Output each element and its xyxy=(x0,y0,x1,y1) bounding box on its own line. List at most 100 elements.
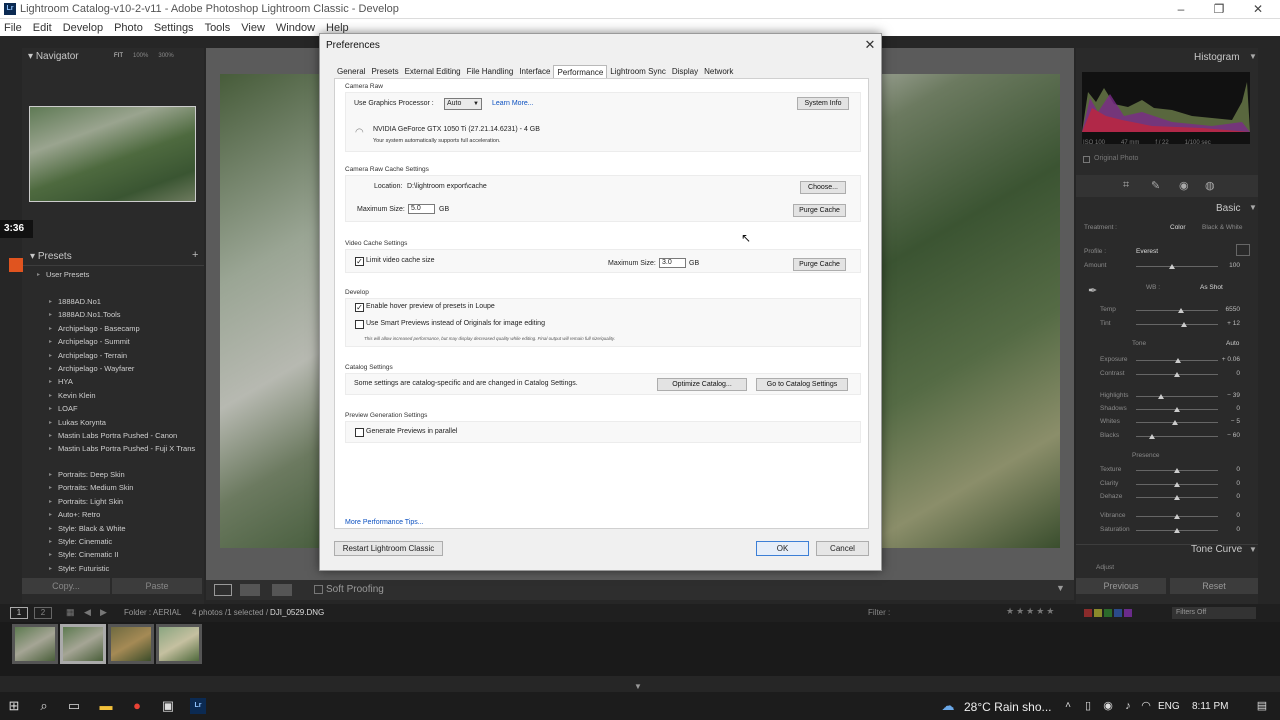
slider-knob[interactable] xyxy=(1174,482,1180,487)
dialog-close-button[interactable]: ✕ xyxy=(861,36,879,54)
volume-icon[interactable]: ♪ xyxy=(1120,698,1136,714)
tab-display[interactable]: Display xyxy=(669,65,701,78)
amount-slider[interactable] xyxy=(1136,266,1218,267)
compare-icon[interactable] xyxy=(272,584,292,596)
selected-file[interactable]: DJI_0529.DNG xyxy=(270,608,324,617)
file-explorer-icon[interactable]: ▬ xyxy=(98,698,114,714)
zoom-fit[interactable]: FIT xyxy=(114,53,123,59)
menu-settings[interactable]: Settings xyxy=(154,22,194,34)
preset-group-item[interactable]: Mastin Labs Portra Pushed - Canon xyxy=(49,431,177,440)
window-2-button[interactable]: 2 xyxy=(34,607,52,619)
navigator-preview[interactable] xyxy=(29,106,196,202)
menu-edit[interactable]: Edit xyxy=(33,22,52,34)
preset-group-item[interactable]: Archipelago - Terrain xyxy=(49,351,127,360)
slider-knob[interactable] xyxy=(1149,434,1156,439)
healing-icon[interactable]: ✎ xyxy=(1151,179,1160,192)
preset-group-item[interactable]: Mastin Labs Portra Pushed - Fuji X Trans xyxy=(49,444,195,453)
reset-button[interactable]: Reset xyxy=(1170,578,1258,594)
original-photo-checkbox[interactable] xyxy=(1083,156,1090,163)
add-preset-button[interactable]: + xyxy=(192,249,198,261)
color-label-filter[interactable] xyxy=(1084,609,1132,617)
video-max-input[interactable]: 3.0 xyxy=(659,258,686,268)
zoom-100[interactable]: 100% xyxy=(133,53,148,59)
slider-value[interactable]: 0 xyxy=(1216,370,1240,377)
tray-chevron-icon[interactable]: ˄ xyxy=(1060,698,1076,714)
language-indicator[interactable]: ENG xyxy=(1158,701,1180,712)
preset-group-item[interactable]: Portraits: Medium Skin xyxy=(49,483,134,492)
limit-video-cache-checkbox[interactable]: ✓ xyxy=(355,257,364,266)
eyedropper-icon[interactable]: ✒ xyxy=(1088,284,1097,297)
slider-value[interactable]: − 60 xyxy=(1216,432,1240,439)
weather-text[interactable]: 28°C Rain sho... xyxy=(964,700,1052,714)
profile-browser-icon[interactable] xyxy=(1236,244,1250,256)
preset-group-item[interactable]: Archipelago - Wayfarer xyxy=(49,364,134,373)
bottom-panel-toggle[interactable]: ▼ xyxy=(634,682,642,691)
filmstrip-thumb[interactable] xyxy=(108,624,154,664)
tab-performance[interactable]: Performance xyxy=(553,65,608,78)
tab-presets[interactable]: Presets xyxy=(368,65,401,78)
before-after-icon[interactable] xyxy=(240,584,260,596)
basic-collapse-icon[interactable]: ▼ xyxy=(1249,203,1257,212)
tab-general[interactable]: General xyxy=(334,65,368,78)
filters-off-dropdown[interactable]: Filters Off xyxy=(1172,607,1256,619)
preset-group-item[interactable]: Style: Cinematic xyxy=(49,537,112,546)
preset-group-item[interactable]: 1888AD.No1 xyxy=(49,297,101,306)
preset-group-item[interactable]: 1888AD.No1.Tools xyxy=(49,310,120,319)
hover-preview-checkbox[interactable]: ✓ xyxy=(355,303,364,312)
slider-knob[interactable] xyxy=(1157,394,1164,399)
window-1-button[interactable]: 1 xyxy=(10,607,28,619)
paste-button[interactable]: Paste xyxy=(112,578,202,594)
preset-group-item[interactable]: Kevin Klein xyxy=(49,391,95,400)
slider-track[interactable] xyxy=(1136,310,1218,311)
learn-more-link[interactable]: Learn More... xyxy=(492,100,534,107)
slider-value[interactable]: + 12 xyxy=(1216,320,1240,327)
preset-group-user[interactable]: User Presets xyxy=(37,270,89,279)
slider-value[interactable]: − 39 xyxy=(1216,392,1240,399)
preset-group-item[interactable]: HYA xyxy=(49,377,73,386)
slider-track[interactable] xyxy=(1136,396,1218,397)
task-view-icon[interactable]: ▭ xyxy=(66,698,82,714)
slider-value[interactable]: 0 xyxy=(1216,466,1240,473)
ok-button[interactable]: OK xyxy=(756,541,809,556)
preset-group-item[interactable]: Style: Cinematic II xyxy=(49,550,119,559)
tab-network[interactable]: Network xyxy=(701,65,736,78)
windows-start-icon[interactable]: ⊞ xyxy=(6,698,22,714)
slider-value[interactable]: 0 xyxy=(1216,493,1240,500)
search-icon[interactable]: ⌕ xyxy=(36,698,52,714)
menu-tools[interactable]: Tools xyxy=(205,22,231,34)
cache-max-input[interactable]: 5.0 xyxy=(408,204,435,214)
slider-value[interactable]: 6550 xyxy=(1216,306,1240,313)
preset-group-item[interactable]: Style: Black & White xyxy=(49,524,125,533)
purge-cache-button[interactable]: Purge Cache xyxy=(793,204,846,217)
slider-knob[interactable] xyxy=(1174,528,1180,533)
menu-help[interactable]: Help xyxy=(326,22,349,34)
minimize-button[interactable]: – xyxy=(1167,1,1195,17)
menu-photo[interactable]: Photo xyxy=(114,22,143,34)
slider-knob[interactable] xyxy=(1174,468,1180,473)
network-icon[interactable]: ◠ xyxy=(1138,698,1154,714)
tray-app-icon[interactable]: ▯ xyxy=(1080,698,1096,714)
filmstrip-thumb[interactable] xyxy=(12,624,58,664)
slider-value[interactable]: 0 xyxy=(1216,480,1240,487)
preset-group-item[interactable]: Style: Futuristic xyxy=(49,564,109,573)
system-info-button[interactable]: System Info xyxy=(797,97,849,110)
slider-knob[interactable] xyxy=(1174,358,1181,363)
lightroom-taskbar-icon[interactable]: Lr xyxy=(190,698,206,714)
notifications-icon[interactable]: ▤ xyxy=(1254,698,1270,714)
red-eye-icon[interactable]: ◉ xyxy=(1179,179,1189,192)
gpu-select[interactable]: Auto ▼ xyxy=(444,98,482,110)
slider-value[interactable]: + 0.06 xyxy=(1216,356,1240,363)
menu-develop[interactable]: Develop xyxy=(63,22,103,34)
maximize-button[interactable]: ❐ xyxy=(1205,1,1233,17)
tab-external-editing[interactable]: External Editing xyxy=(402,65,464,78)
slider-knob[interactable] xyxy=(1180,322,1187,327)
cancel-button[interactable]: Cancel xyxy=(816,541,869,556)
slider-knob[interactable] xyxy=(1174,372,1180,377)
treatment-bw[interactable]: Black & White xyxy=(1202,224,1242,231)
forward-arrow-icon[interactable]: ▶ xyxy=(100,607,107,618)
amount-knob[interactable] xyxy=(1169,264,1175,269)
smart-previews-checkbox[interactable] xyxy=(355,320,364,329)
filmstrip-thumb[interactable] xyxy=(156,624,202,664)
preset-group-item[interactable]: Lukas Korynta xyxy=(49,418,106,427)
treatment-color[interactable]: Color xyxy=(1170,224,1186,231)
